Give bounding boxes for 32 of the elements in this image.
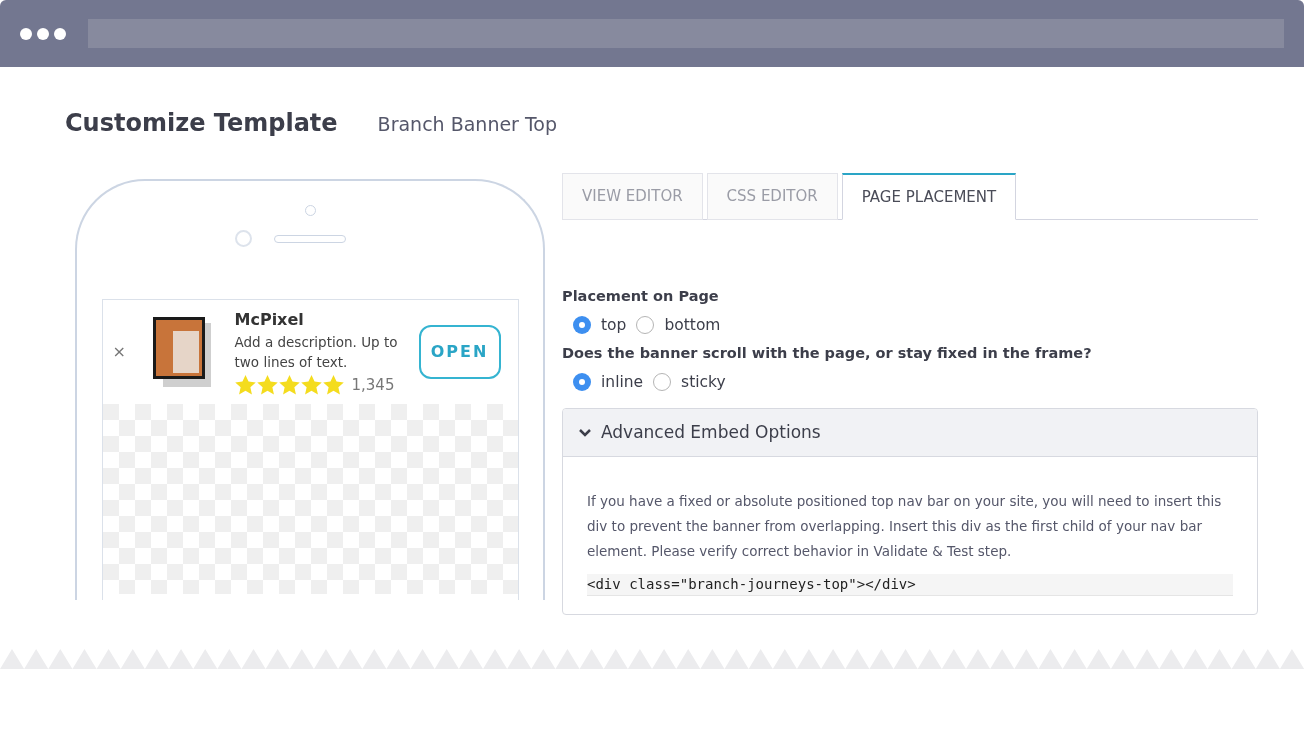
star-icon <box>322 375 344 395</box>
tab[interactable]: CSS EDITOR <box>706 173 838 220</box>
app-name: McPixel <box>234 308 305 331</box>
instructions-paragraph: If you have a fixed or absolute positioned top nav bar on your site, you will need to insert this div to prevent the banner from overlapping. Insert this div as the first child of your nav bar element. Please verify correct behavior in Validate & Test step. <box>587 492 1223 561</box>
radio-label: top <box>601 314 627 336</box>
open-button[interactable]: OPEN <box>418 325 501 379</box>
tab[interactable]: PAGE PLACEMENT <box>841 173 1017 220</box>
radio-label: bottom <box>664 314 721 336</box>
radio-button[interactable] <box>636 316 655 335</box>
radio-button[interactable] <box>573 316 591 335</box>
radio-label: inline <box>601 371 644 393</box>
radio-label: sticky <box>681 371 726 393</box>
code-snippet: <div class="branch-journeys-top"></div> <box>587 574 1233 596</box>
star-icon <box>278 375 300 395</box>
app-description: Add a description. Up to two lines of text. <box>234 332 399 372</box>
close-icon[interactable]: × <box>112 340 133 364</box>
question-label: Placement on Page <box>562 287 720 306</box>
radio-button[interactable] <box>653 373 672 392</box>
template-name: Branch Banner Top <box>377 112 558 137</box>
chevron-icon <box>579 428 591 437</box>
question-label: Does the banner scroll with the page, or stay fixed in the frame? <box>562 344 1093 363</box>
tab[interactable]: VIEW EDITOR <box>562 173 703 220</box>
rating-count: 1,345 <box>351 374 395 396</box>
star-icon <box>234 375 256 395</box>
star-icon <box>256 375 278 395</box>
star-icon <box>300 375 322 395</box>
accordion-header[interactable]: Advanced Embed Options <box>563 409 1257 457</box>
radio-button[interactable] <box>573 373 591 392</box>
app-icon <box>152 317 211 387</box>
page-title: Customize Template <box>65 108 338 139</box>
phone-camera-icon <box>234 230 252 247</box>
window-dots-icon <box>20 27 66 40</box>
